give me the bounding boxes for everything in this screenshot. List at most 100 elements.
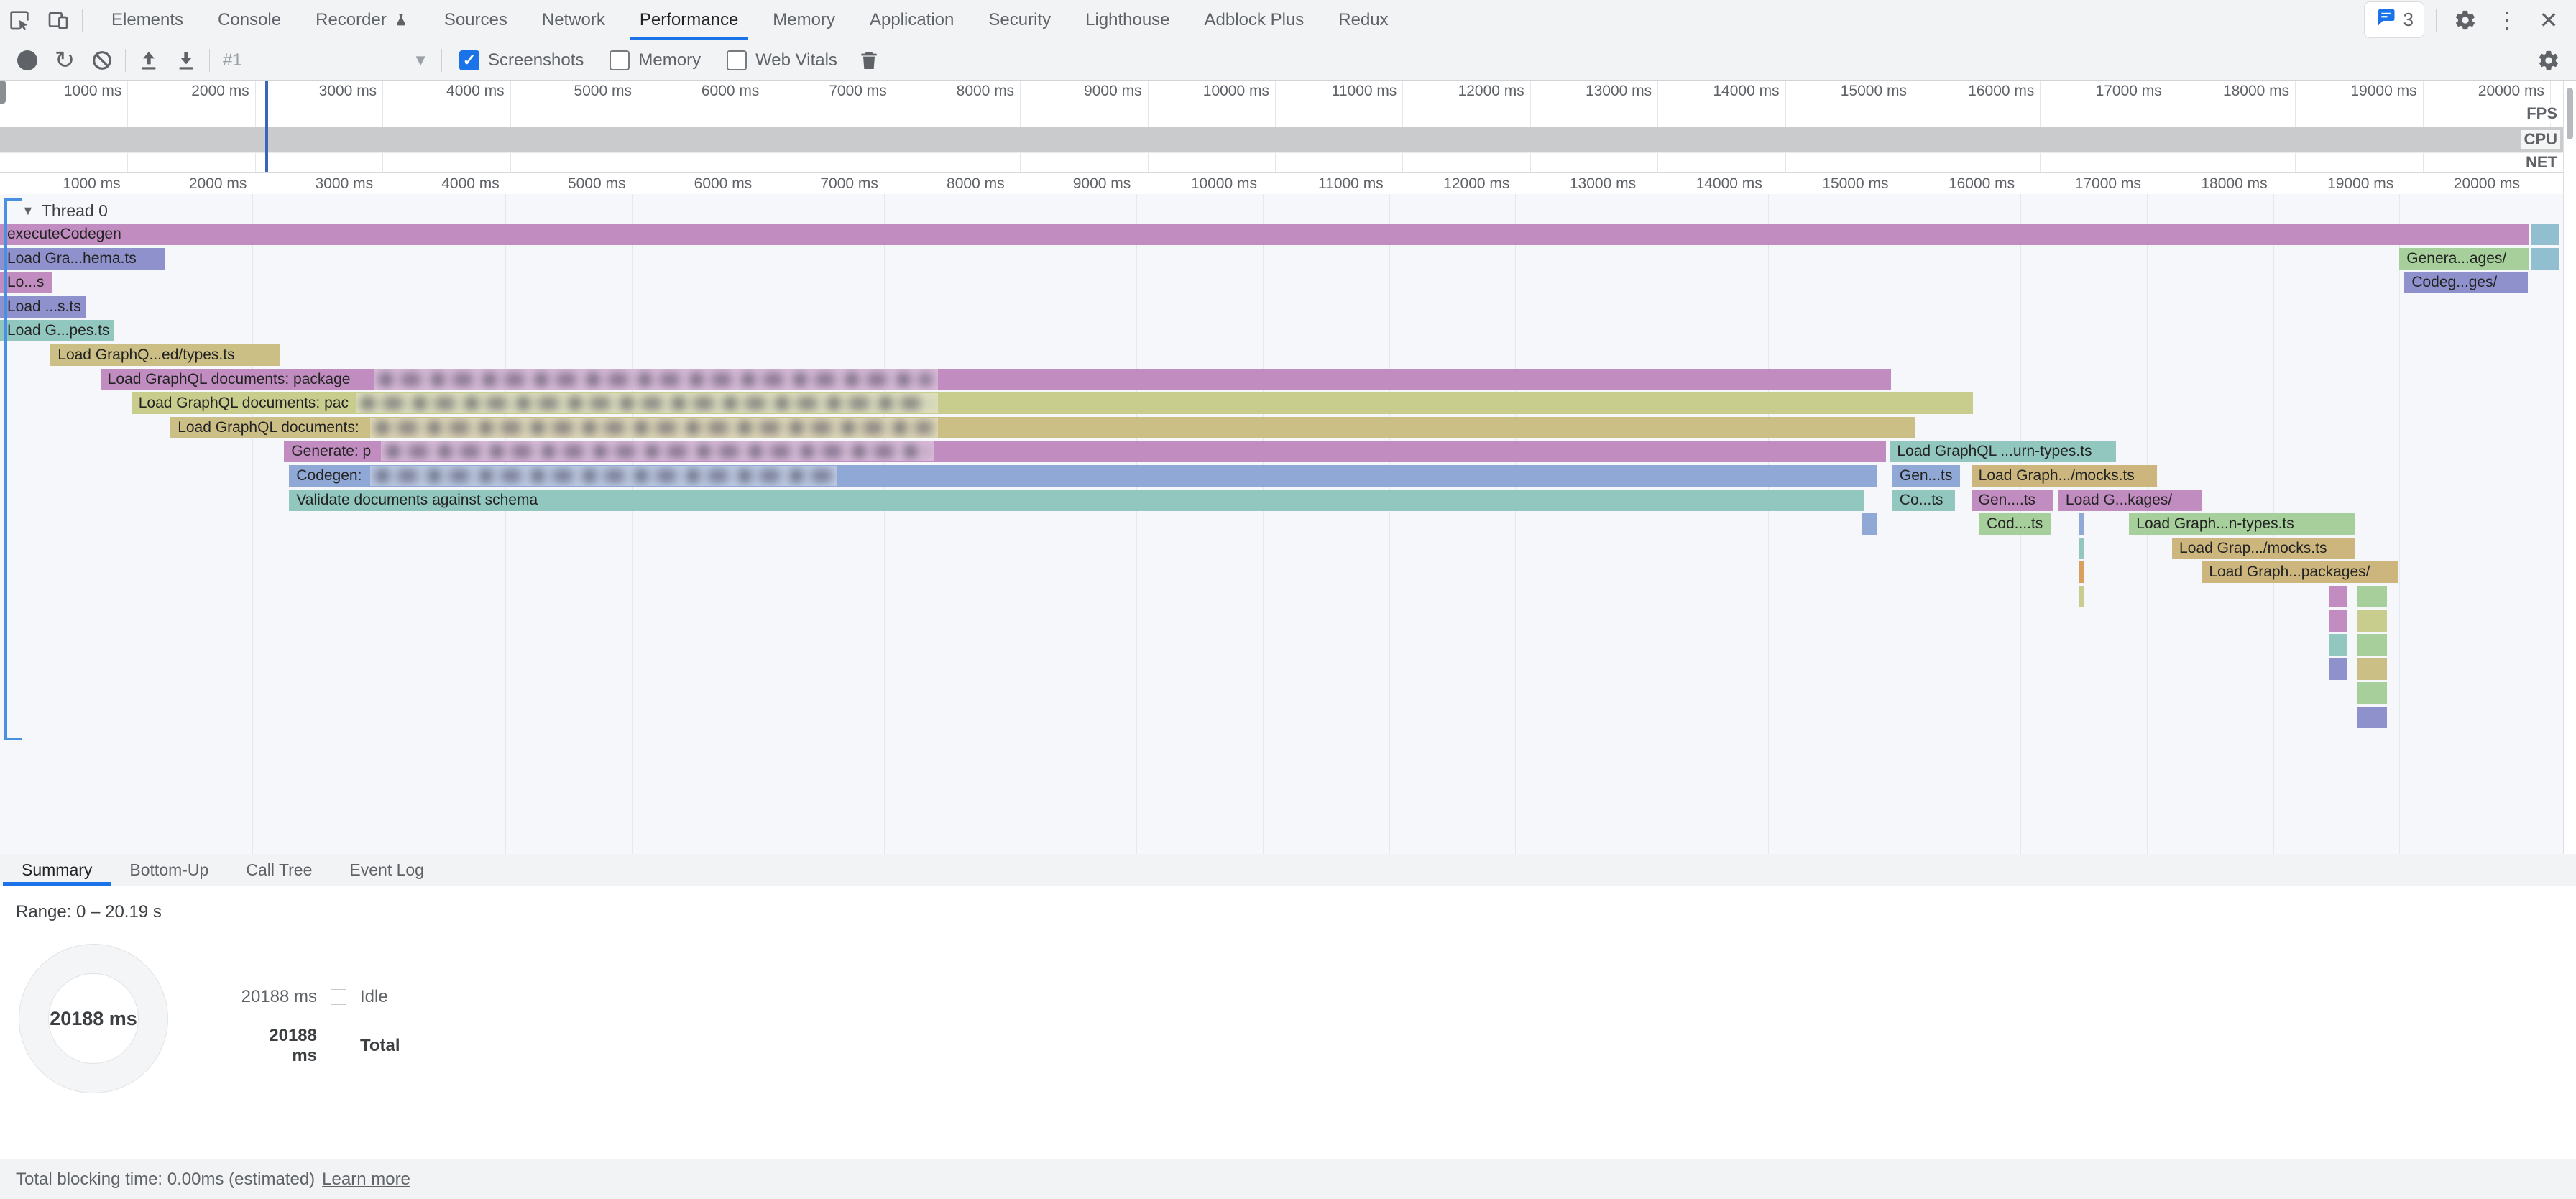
load-profile-button[interactable] (130, 42, 167, 79)
tab-sources[interactable]: Sources (427, 0, 525, 40)
flame-bar[interactable]: Load GraphQ...ed/types.ts (50, 344, 280, 366)
flame-bar[interactable] (2079, 538, 2084, 559)
checkbox-box[interactable] (610, 50, 630, 70)
flame-chart[interactable]: 1000 ms2000 ms3000 ms4000 ms5000 ms6000 … (0, 173, 2563, 854)
timeline-overview[interactable]: FPS CPU NET 1000 ms2000 ms3000 ms4000 ms… (0, 81, 2563, 173)
flame-bar[interactable]: executeCodegen (0, 224, 2529, 245)
delete-recording-icon[interactable] (850, 42, 888, 79)
selection-left-bracket[interactable] (4, 198, 7, 740)
flame-bar[interactable]: Load Graph...n-types.ts (2129, 513, 2355, 535)
flame-chart-ruler: 1000 ms2000 ms3000 ms4000 ms5000 ms6000 … (0, 173, 2563, 194)
flame-bar[interactable]: Lo...s (0, 272, 52, 293)
flame-bar-label: Load GraphQL ...urn-types.ts (1890, 443, 2092, 460)
details-tab-summary[interactable]: Summary (3, 854, 111, 886)
flame-bar-label: Gen....ts (1972, 492, 2036, 509)
flame-bar[interactable]: Load G...kages/ (2058, 490, 2202, 511)
overview-ruler-tick: 3000 ms (262, 83, 377, 100)
overview-ruler-tick: 11000 ms (1282, 83, 1397, 100)
checkbox-box[interactable]: ✓ (459, 50, 479, 70)
checkbox-web-vitals[interactable]: Web Vitals (727, 50, 837, 70)
toolbar-separator (441, 49, 442, 72)
flame-bar[interactable] (2531, 224, 2559, 245)
device-toolbar-icon[interactable] (39, 1, 78, 40)
legend-value: 20188 ms (239, 987, 317, 1007)
flame-ruler-tick: 16000 ms (1900, 175, 2015, 193)
clear-recording-button[interactable] (83, 42, 121, 79)
flame-bar[interactable] (2358, 682, 2386, 704)
flame-ruler-tick: 17000 ms (2026, 175, 2141, 193)
tab-application[interactable]: Application (852, 0, 971, 40)
flame-bar[interactable]: Load ...s.ts (0, 296, 86, 318)
flame-bar[interactable]: Load Graph...packages/ (2202, 561, 2398, 583)
profile-select[interactable]: #1 ▼ (214, 45, 437, 76)
flame-bar[interactable] (2329, 610, 2347, 632)
tab-console[interactable]: Console (201, 0, 298, 40)
tab-recorder[interactable]: Recorder (298, 0, 427, 40)
capture-settings-gear-icon[interactable] (2530, 42, 2567, 79)
flame-bar[interactable] (2358, 707, 2386, 728)
flame-bar[interactable] (2358, 634, 2386, 656)
settings-gear-icon[interactable] (2448, 3, 2483, 37)
scrollbar-thumb[interactable] (2567, 88, 2573, 139)
record-button[interactable] (9, 42, 46, 79)
flame-bar[interactable] (2079, 561, 2084, 583)
flame-ruler-tick: 2000 ms (132, 175, 247, 193)
flame-bar[interactable]: Load GraphQL documents: package (101, 369, 1891, 390)
flame-bar[interactable]: Generate: p (284, 441, 1886, 462)
flame-bar[interactable]: Load GraphQL ...urn-types.ts (1890, 441, 2116, 462)
flame-ruler-tick: 13000 ms (1521, 175, 1636, 193)
flame-bar[interactable]: Load Gra...hema.ts (0, 248, 165, 270)
flame-bar[interactable]: Codegen: (289, 465, 1877, 487)
flame-bar[interactable] (2329, 586, 2347, 607)
flame-bar[interactable] (2329, 658, 2347, 680)
tab-security[interactable]: Security (971, 0, 1068, 40)
tab-memory[interactable]: Memory (755, 0, 852, 40)
flame-bar[interactable]: Cod....ts (1979, 513, 2051, 535)
flame-gridline (2399, 173, 2400, 854)
flame-bar[interactable] (2531, 248, 2559, 270)
learn-more-link[interactable]: Learn more (322, 1170, 410, 1190)
flame-bar[interactable] (2358, 658, 2386, 680)
flame-bar[interactable]: Genera...ages/ (2399, 248, 2528, 270)
thread-header[interactable]: ▼ Thread 0 (22, 201, 108, 221)
details-tab-call-tree[interactable]: Call Tree (227, 854, 331, 886)
checkbox-screenshots[interactable]: ✓Screenshots (459, 50, 584, 70)
inspect-element-icon[interactable] (0, 1, 39, 40)
tab-network[interactable]: Network (525, 0, 622, 40)
flame-bar[interactable] (2358, 586, 2386, 607)
issues-badge-button[interactable]: 3 (2364, 1, 2424, 38)
flame-bar[interactable] (2079, 586, 2084, 607)
checkbox-box[interactable] (727, 50, 747, 70)
tab-adblock-plus[interactable]: Adblock Plus (1187, 0, 1322, 40)
flame-bar[interactable] (2358, 610, 2386, 632)
flame-bar[interactable]: Load GraphQL documents: (170, 417, 1914, 438)
checkbox-memory[interactable]: Memory (610, 50, 701, 70)
reload-and-record-button[interactable]: ↻ (46, 42, 83, 79)
flame-ruler-tick: 19000 ms (2278, 175, 2393, 193)
details-tab-event-log[interactable]: Event Log (331, 854, 443, 886)
flame-bar[interactable]: Validate documents against schema (289, 490, 1864, 511)
flame-bar[interactable] (2079, 513, 2084, 535)
flame-bar[interactable]: Gen...ts (1892, 465, 1960, 487)
tab-elements[interactable]: Elements (94, 0, 201, 40)
vertical-scrollbar[interactable] (2563, 81, 2576, 854)
flame-bar[interactable]: Codeg...ges/ (2404, 272, 2528, 293)
close-devtools-icon[interactable]: ✕ (2531, 3, 2566, 37)
tab-lighthouse[interactable]: Lighthouse (1068, 0, 1187, 40)
flame-bar[interactable]: Co...ts (1892, 490, 1955, 511)
flame-bar-label: Load G...pes.ts (0, 322, 109, 339)
flame-bar[interactable] (1862, 513, 1877, 535)
more-options-icon[interactable]: ⋮ (2490, 3, 2524, 37)
flame-bar[interactable]: Load Grap.../mocks.ts (2172, 538, 2355, 559)
tab-redux[interactable]: Redux (1321, 0, 1405, 40)
flame-bar[interactable]: Load G...pes.ts (0, 320, 114, 341)
tab-performance[interactable]: Performance (622, 0, 755, 40)
flame-bar[interactable]: Load GraphQL documents: pac (132, 392, 1974, 414)
details-tab-bottom-up[interactable]: Bottom-Up (111, 854, 227, 886)
flame-bar[interactable]: Gen....ts (1972, 490, 2053, 511)
tab-label: Memory (773, 10, 835, 30)
overview-ruler-tick: 17000 ms (2047, 83, 2162, 100)
flame-bar[interactable]: Load Graph.../mocks.ts (1972, 465, 2157, 487)
save-profile-button[interactable] (167, 42, 205, 79)
flame-bar[interactable] (2329, 634, 2347, 656)
